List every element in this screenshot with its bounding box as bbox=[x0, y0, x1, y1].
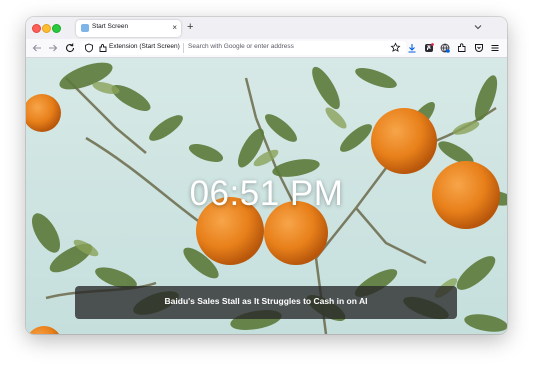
extension-s-icon[interactable] bbox=[423, 42, 435, 54]
urlbar-separator bbox=[183, 43, 184, 53]
clock-display: 06:51 PM bbox=[189, 174, 344, 213]
identity-label[interactable]: Extension (Start Screen) bbox=[109, 43, 180, 50]
downloads-icon[interactable] bbox=[406, 42, 418, 54]
new-tab-button[interactable]: + bbox=[187, 20, 193, 34]
address-bar[interactable]: Extension (Start Screen) Search with Goo… bbox=[80, 41, 406, 55]
shield-icon[interactable] bbox=[84, 43, 94, 53]
pocket-icon[interactable] bbox=[473, 42, 485, 54]
tab-favicon-icon bbox=[81, 24, 89, 32]
news-headline-banner[interactable]: Baidu's Sales Stall as It Struggles to C… bbox=[75, 286, 457, 319]
menu-icon[interactable] bbox=[489, 42, 501, 54]
extensions-puzzle-icon[interactable] bbox=[456, 42, 468, 54]
news-headline-text[interactable]: Baidu's Sales Stall as It Struggles to C… bbox=[75, 296, 457, 306]
tab-close-icon[interactable]: × bbox=[172, 22, 177, 34]
chevron-down-icon[interactable] bbox=[473, 22, 483, 32]
close-window-button[interactable] bbox=[32, 24, 41, 33]
back-icon[interactable] bbox=[31, 42, 43, 54]
star-icon[interactable] bbox=[390, 42, 401, 53]
tab-start-screen[interactable]: Start Screen × bbox=[76, 20, 181, 37]
browser-window: Start Screen × + Extension (Start Screen… bbox=[26, 17, 507, 334]
minimize-window-button[interactable] bbox=[42, 24, 51, 33]
extension-icon bbox=[99, 44, 107, 52]
zoom-window-button[interactable] bbox=[52, 24, 61, 33]
extension-globe-icon[interactable] bbox=[439, 42, 451, 54]
forward-icon[interactable] bbox=[47, 42, 59, 54]
tab-strip: Start Screen × + bbox=[26, 17, 507, 39]
search-input[interactable]: Search with Google or enter address bbox=[188, 43, 294, 50]
start-screen-page: 06:51 PM Baidu's Sales Stall as It Strug… bbox=[26, 58, 507, 334]
tab-title: Start Screen bbox=[92, 23, 129, 30]
reload-icon[interactable] bbox=[64, 42, 76, 54]
navigation-toolbar: Extension (Start Screen) Search with Goo… bbox=[26, 39, 507, 58]
